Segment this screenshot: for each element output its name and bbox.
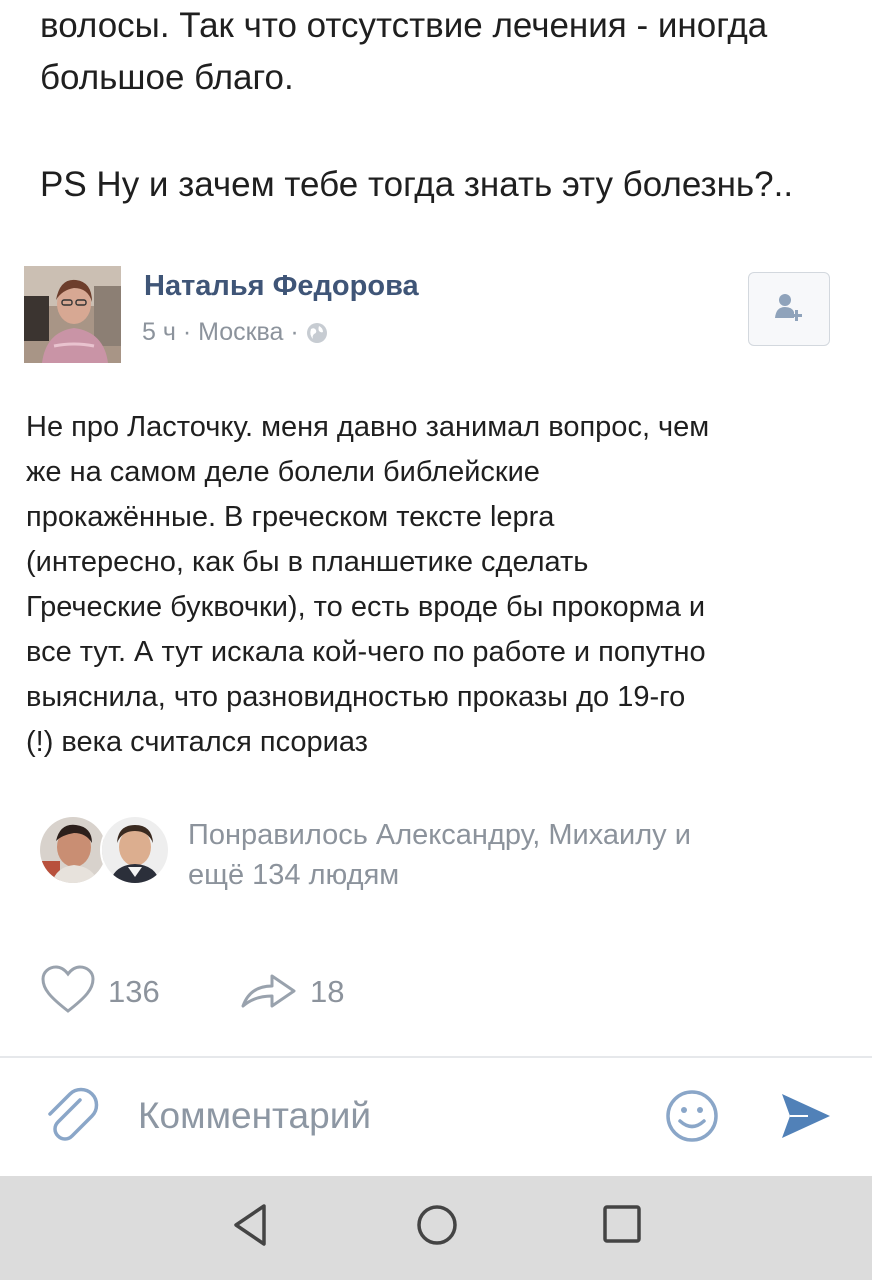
triangle-back-icon[interactable] <box>230 1202 270 1248</box>
liker-avatar <box>38 815 108 885</box>
send-icon[interactable] <box>778 1088 834 1144</box>
square-recent-icon[interactable] <box>600 1202 644 1246</box>
system-navigation-bar <box>0 1176 872 1280</box>
post-text: Не про Ласточку. меня давно занимал вопр… <box>26 405 852 765</box>
previous-comment-line: PS Ну и зачем тебе тогда знать эту болез… <box>40 165 794 204</box>
post-header: Наталья Федорова 5 ч · Москва · <box>24 266 844 366</box>
likes-text-line: ещё 134 людям <box>188 859 400 891</box>
post-actions: 136 18 <box>40 964 440 1020</box>
share-arrow-icon <box>240 968 298 1017</box>
post-time-location: 5 ч · Москва · <box>142 318 299 346</box>
share-count: 18 <box>310 974 345 1009</box>
comment-bar <box>0 1058 872 1176</box>
share-button[interactable]: 18 <box>240 964 344 1020</box>
add-friend-button[interactable] <box>748 272 830 346</box>
likes-text-line: Понравилось Александру, Михаилу и <box>188 819 691 851</box>
smiley-icon[interactable] <box>664 1088 720 1144</box>
likes-summary[interactable]: Понравилось Александру, Михаилу и ещё 13… <box>38 815 838 891</box>
like-count: 136 <box>108 974 160 1009</box>
add-friend-icon <box>772 290 806 329</box>
post-text-line: выяснила, что разновидностью проказы до … <box>26 681 686 713</box>
author-name[interactable]: Наталья Федорова <box>144 270 419 303</box>
post-text-line: Не про Ласточку. меня давно занимал вопр… <box>26 411 710 443</box>
post-text-line: прокажённые. В греческом тексте lepra <box>26 501 555 533</box>
post-meta: 5 ч · Москва · <box>142 318 329 347</box>
liker-avatar <box>100 815 170 885</box>
previous-comment-line: волосы. Так что отсутствие лечения - ино… <box>40 6 768 45</box>
post-text-line: (!) века считался псориаз <box>26 726 368 758</box>
post-text-line: Греческие буквочки), то есть вроде бы пр… <box>26 591 706 623</box>
post-text-line: все тут. А тут искала кой-чего по работе… <box>26 636 706 668</box>
comment-input[interactable] <box>138 1086 618 1146</box>
author-avatar[interactable] <box>24 266 121 363</box>
likes-text: Понравилось Александру, Михаилу и ещё 13… <box>188 815 691 895</box>
heart-icon <box>40 964 96 1020</box>
like-button[interactable]: 136 <box>40 964 160 1020</box>
paperclip-icon[interactable] <box>40 1086 100 1146</box>
globe-icon <box>305 321 329 345</box>
post-text-line: же на самом деле болели библейские <box>26 456 540 488</box>
previous-comment-line: большое благо. <box>40 58 294 97</box>
circle-home-icon[interactable] <box>414 1202 460 1248</box>
post-text-line: (интересно, как бы в планшетике сделать <box>26 546 589 578</box>
